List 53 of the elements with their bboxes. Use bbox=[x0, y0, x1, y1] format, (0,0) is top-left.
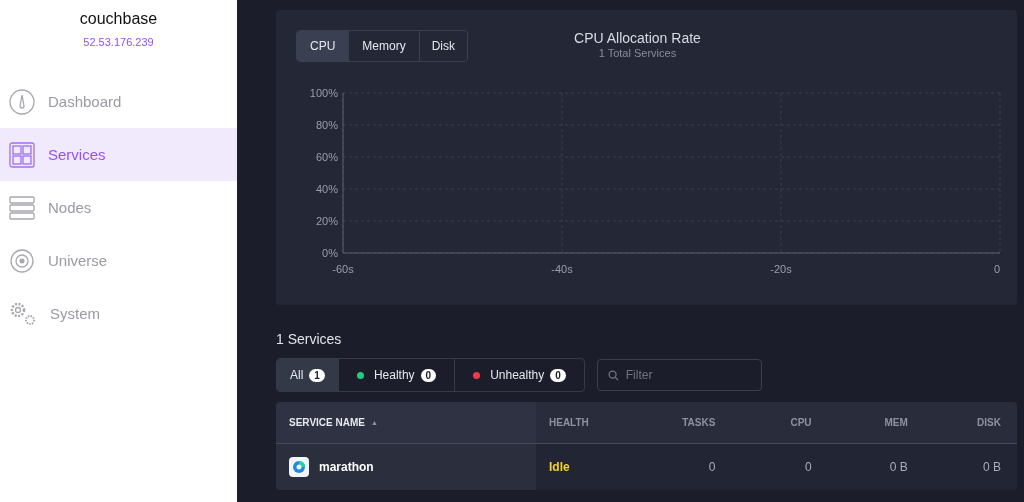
sidebar-label: Services bbox=[48, 146, 106, 163]
metric-tab[interactable]: Memory bbox=[348, 31, 419, 61]
column-header[interactable]: HEALTH bbox=[536, 402, 633, 444]
sidebar-item[interactable]: Services bbox=[0, 128, 237, 181]
table-cell: 0 B bbox=[920, 444, 1017, 490]
grid-icon bbox=[9, 141, 35, 168]
column-header[interactable]: MEM bbox=[824, 402, 921, 444]
sidebar-label: System bbox=[50, 305, 100, 322]
app-logo-icon bbox=[289, 457, 309, 477]
chart-title: CPU Allocation Rate bbox=[574, 30, 701, 46]
server-icon bbox=[9, 195, 35, 220]
column-header[interactable]: TASKS bbox=[632, 402, 729, 444]
column-header[interactable]: CPU bbox=[728, 402, 825, 444]
y-tick-label: 80% bbox=[315, 119, 338, 131]
x-tick-label: 0 bbox=[993, 263, 1000, 275]
metric-tab[interactable]: CPU bbox=[297, 31, 349, 61]
sidebar-item[interactable]: Universe bbox=[0, 234, 237, 287]
cluster-name: couchbase bbox=[79, 10, 158, 28]
table-cell: 0 bbox=[632, 444, 729, 490]
orbit-icon bbox=[9, 247, 35, 274]
count-badge: 1 bbox=[309, 368, 325, 382]
sidebar-item[interactable]: Dashboard bbox=[0, 75, 237, 128]
filter-tab[interactable]: All 1 bbox=[277, 359, 338, 391]
y-tick-label: 20% bbox=[315, 215, 338, 227]
x-tick-label: -60s bbox=[332, 263, 354, 275]
filter-field[interactable]: Filter bbox=[596, 359, 762, 391]
y-tick-label: 100% bbox=[309, 89, 338, 99]
sidebar-label: Universe bbox=[48, 252, 108, 269]
filter-tab[interactable]: Unhealthy 0 bbox=[454, 359, 584, 391]
services-heading: 1 Services bbox=[276, 331, 343, 347]
table-cell: 0 B bbox=[824, 444, 921, 490]
x-tick-label: -40s bbox=[551, 263, 573, 275]
health-cell: Idle bbox=[536, 444, 633, 490]
sidebar-item[interactable]: System bbox=[0, 287, 237, 340]
x-tick-label: -20s bbox=[770, 263, 792, 275]
count-badge: 0 bbox=[420, 368, 437, 382]
sidebar-item[interactable]: Nodes bbox=[0, 181, 237, 234]
chart-subtitle: 1 Total Services bbox=[598, 47, 677, 59]
count-badge: 0 bbox=[550, 368, 566, 382]
column-header[interactable]: DISK bbox=[920, 402, 1017, 444]
sidebar-label: Nodes bbox=[48, 199, 92, 216]
service-name[interactable]: marathon bbox=[319, 460, 374, 474]
y-tick-label: 40% bbox=[315, 183, 338, 195]
cluster-address: 52.53.176.239 bbox=[83, 36, 154, 48]
gears-icon bbox=[9, 300, 37, 327]
metric-tab[interactable]: Disk bbox=[418, 31, 468, 61]
gauge-icon bbox=[9, 88, 35, 115]
filter-tab[interactable]: Healthy 0 bbox=[337, 359, 455, 391]
y-tick-label: 60% bbox=[315, 151, 338, 163]
table-cell: 0 bbox=[728, 444, 825, 490]
y-tick-label: 0% bbox=[322, 247, 338, 259]
search-icon bbox=[607, 370, 619, 381]
sidebar-label: Dashboard bbox=[48, 93, 122, 110]
